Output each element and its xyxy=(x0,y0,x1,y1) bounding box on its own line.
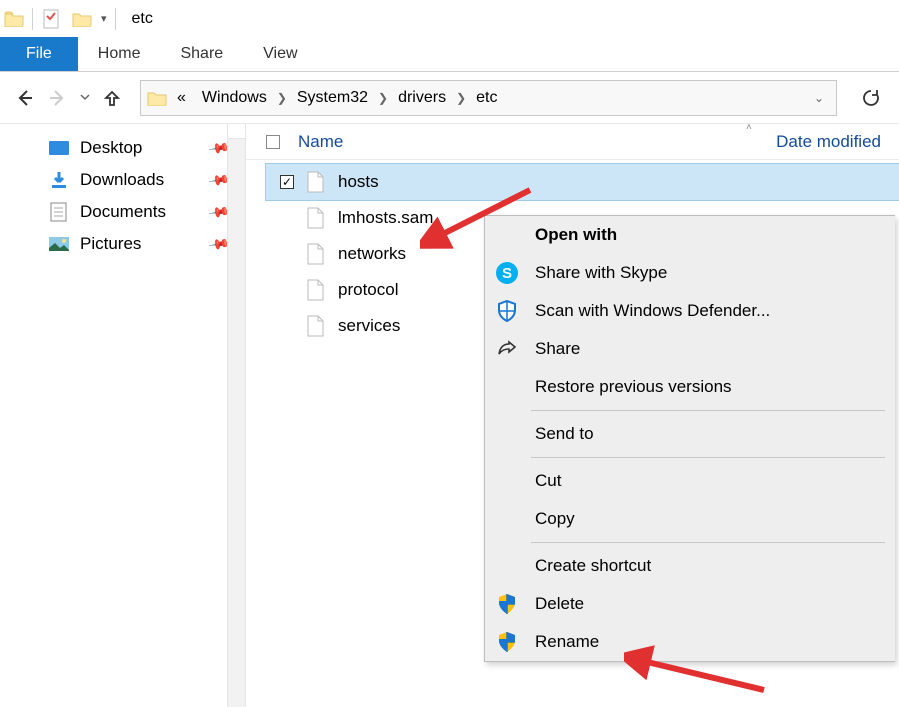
sidebar-item-pictures[interactable]: Pictures 📌 xyxy=(10,228,245,260)
title-bar: ▾ etc xyxy=(0,0,899,38)
file-tab[interactable]: File xyxy=(0,37,78,71)
pictures-icon xyxy=(48,236,70,252)
menu-separator xyxy=(531,457,885,458)
menu-open-with[interactable]: Open with xyxy=(485,216,895,254)
refresh-button[interactable] xyxy=(853,80,889,116)
ribbon: File Home Share View xyxy=(0,38,899,72)
skype-icon: S xyxy=(493,261,521,285)
menu-label: Copy xyxy=(535,509,575,529)
menu-share[interactable]: Share xyxy=(485,330,895,368)
file-icon xyxy=(306,314,326,338)
sidebar-item-label: Pictures xyxy=(80,234,141,254)
menu-share-skype[interactable]: S Share with Skype xyxy=(485,254,895,292)
breadcrumb-folder-icon xyxy=(147,90,167,106)
address-bar[interactable]: « Windows ❯ System32 ❯ drivers ❯ etc ⌄ xyxy=(140,80,837,116)
file-name: hosts xyxy=(338,172,379,192)
menu-label: Restore previous versions xyxy=(535,377,732,397)
titlebar-divider xyxy=(32,8,33,30)
window-title: etc xyxy=(124,10,153,28)
menu-label: Open with xyxy=(535,225,617,245)
qat-dropdown-icon[interactable]: ▾ xyxy=(101,12,107,25)
breadcrumb-system32[interactable]: System32 xyxy=(291,89,374,107)
address-history-dropdown[interactable]: ⌄ xyxy=(808,91,830,105)
file-name: protocol xyxy=(338,280,398,300)
menu-label: Share xyxy=(535,339,580,359)
menu-scan-defender[interactable]: Scan with Windows Defender... xyxy=(485,292,895,330)
row-checkbox[interactable]: ✓ xyxy=(280,175,294,189)
menu-label: Scan with Windows Defender... xyxy=(535,301,770,321)
menu-cut[interactable]: Cut xyxy=(485,462,895,500)
column-header-row: ˄ Name Date modified xyxy=(246,124,899,160)
menu-separator xyxy=(531,410,885,411)
menu-copy[interactable]: Copy xyxy=(485,500,895,538)
menu-label: Send to xyxy=(535,424,594,444)
documents-icon xyxy=(48,202,70,222)
file-name: lmhosts.sam xyxy=(338,208,433,228)
menu-label: Share with Skype xyxy=(535,263,667,283)
column-date[interactable]: Date modified xyxy=(758,132,899,152)
file-name: services xyxy=(338,316,400,336)
downloads-icon xyxy=(48,170,70,190)
menu-label: Rename xyxy=(535,632,599,652)
desktop-icon xyxy=(48,140,70,156)
titlebar-divider-2 xyxy=(115,8,116,30)
context-menu: Open with S Share with Skype Scan with W… xyxy=(484,215,895,662)
uac-shield-icon xyxy=(493,631,521,653)
breadcrumb-overflow[interactable]: « xyxy=(171,89,192,107)
file-name: networks xyxy=(338,244,406,264)
chevron-right-icon[interactable]: ❯ xyxy=(456,91,466,105)
file-icon xyxy=(306,170,326,194)
new-folder-icon[interactable] xyxy=(71,8,93,30)
menu-send-to[interactable]: Send to xyxy=(485,415,895,453)
uac-shield-icon xyxy=(493,593,521,615)
file-icon xyxy=(306,278,326,302)
menu-label: Create shortcut xyxy=(535,556,651,576)
tab-home[interactable]: Home xyxy=(78,37,161,71)
menu-create-shortcut[interactable]: Create shortcut xyxy=(485,547,895,585)
sidebar-item-label: Desktop xyxy=(80,138,142,158)
recent-locations-dropdown[interactable] xyxy=(78,84,92,112)
navigation-pane: Desktop 📌 Downloads 📌 Documents 📌 Pictur… xyxy=(0,124,246,707)
back-button[interactable] xyxy=(10,84,38,112)
breadcrumb-drivers[interactable]: drivers xyxy=(392,89,452,107)
menu-separator xyxy=(531,542,885,543)
menu-restore-versions[interactable]: Restore previous versions xyxy=(485,368,895,406)
select-all-checkbox[interactable] xyxy=(266,135,280,149)
sidebar-item-downloads[interactable]: Downloads 📌 xyxy=(10,164,245,196)
file-row-hosts[interactable]: ✓ hosts xyxy=(266,164,899,200)
sort-indicator-icon: ˄ xyxy=(746,122,752,133)
file-icon xyxy=(306,206,326,230)
menu-delete[interactable]: Delete xyxy=(485,585,895,623)
tab-view[interactable]: View xyxy=(243,37,317,71)
svg-text:S: S xyxy=(502,265,512,282)
breadcrumb-windows[interactable]: Windows xyxy=(196,89,273,107)
navigation-bar: « Windows ❯ System32 ❯ drivers ❯ etc ⌄ xyxy=(0,72,899,124)
sidebar-item-documents[interactable]: Documents 📌 xyxy=(10,196,245,228)
defender-shield-icon xyxy=(493,299,521,323)
menu-label: Cut xyxy=(535,471,561,491)
sidebar-item-label: Documents xyxy=(80,202,166,222)
menu-label: Delete xyxy=(535,594,584,614)
chevron-right-icon[interactable]: ❯ xyxy=(277,91,287,105)
sidebar-item-label: Downloads xyxy=(80,170,164,190)
sidebar-item-desktop[interactable]: Desktop 📌 xyxy=(10,132,245,164)
properties-icon[interactable] xyxy=(41,8,63,30)
chevron-right-icon[interactable]: ❯ xyxy=(378,91,388,105)
file-icon xyxy=(306,242,326,266)
up-button[interactable] xyxy=(98,84,126,112)
app-folder-icon xyxy=(4,9,24,29)
share-icon xyxy=(493,337,521,361)
sidebar-scrollbar[interactable] xyxy=(227,124,245,707)
forward-button[interactable] xyxy=(44,84,72,112)
column-name[interactable]: Name xyxy=(298,132,343,152)
menu-rename[interactable]: Rename xyxy=(485,623,895,661)
breadcrumb-etc[interactable]: etc xyxy=(470,89,503,107)
tab-share[interactable]: Share xyxy=(160,37,243,71)
